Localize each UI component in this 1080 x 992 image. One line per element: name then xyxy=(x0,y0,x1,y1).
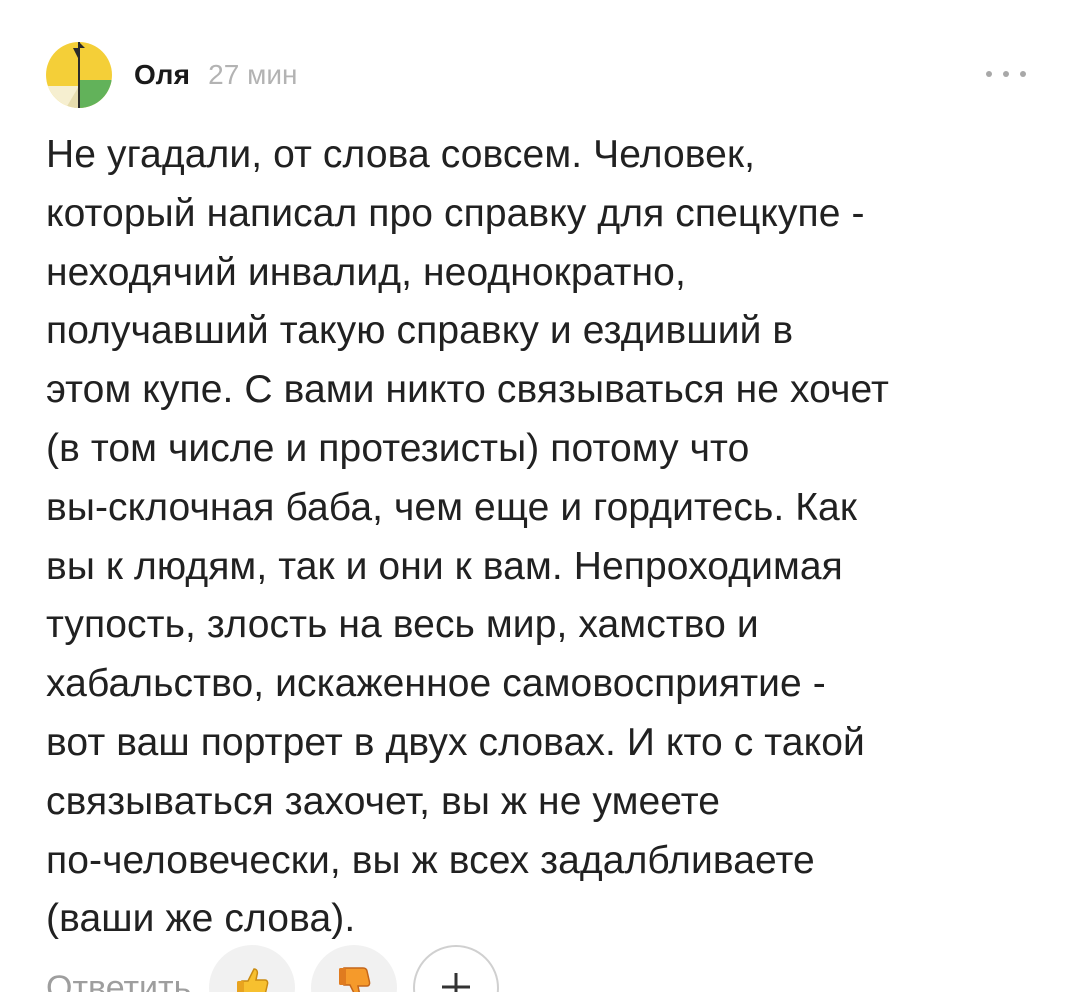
avatar-image xyxy=(46,42,112,108)
thumbs-down-icon xyxy=(339,967,371,992)
more-options-button[interactable] xyxy=(986,62,1026,86)
avatar[interactable] xyxy=(46,42,112,108)
author-name[interactable]: Оля xyxy=(134,59,190,91)
thumbs-up-icon xyxy=(237,968,269,992)
more-horizontal-icon xyxy=(986,71,992,77)
comment-header: Оля 27 мин xyxy=(46,40,1026,110)
more-dot xyxy=(1003,71,1009,77)
comment-text: Не угадали, от слова совсем. Человек, ко… xyxy=(46,133,889,941)
more-dot xyxy=(1020,71,1026,77)
comment-actions: Ответить xyxy=(46,938,500,992)
comment-time: 27 мин xyxy=(208,59,298,90)
plus-icon xyxy=(442,973,471,992)
dislike-reaction-button[interactable] xyxy=(311,945,398,992)
comment-card: Оля 27 мин Не угадали, от слова совсем. … xyxy=(0,0,1080,992)
add-reaction-button[interactable] xyxy=(413,945,500,992)
reply-button[interactable]: Ответить xyxy=(46,969,191,992)
like-reaction-button[interactable] xyxy=(209,945,296,992)
